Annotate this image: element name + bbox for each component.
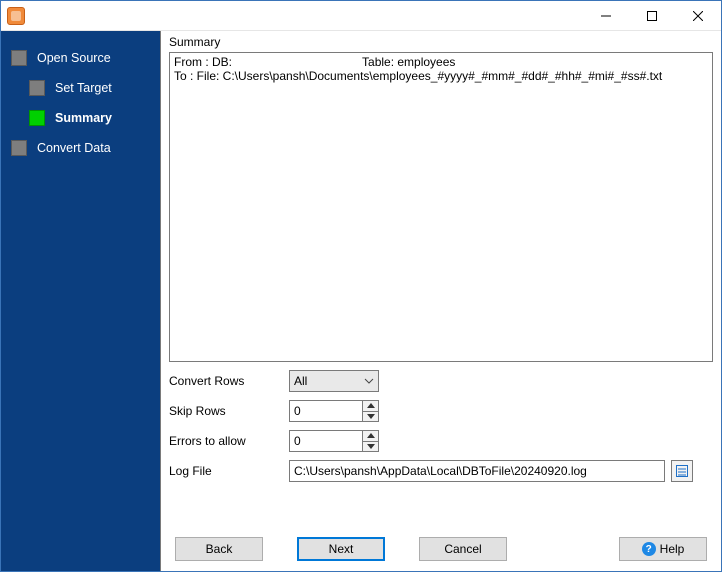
sidebar-item-label: Convert Data	[37, 141, 111, 155]
spin-down-button[interactable]	[363, 412, 378, 422]
next-label: Next	[329, 542, 354, 556]
sidebar-item-convert-data[interactable]: Convert Data	[1, 133, 160, 163]
spacer	[161, 490, 721, 527]
errors-input[interactable]: 0	[289, 430, 379, 452]
summary-from-prefix: From : DB:	[174, 55, 232, 69]
skip-rows-input[interactable]: 0	[289, 400, 379, 422]
help-icon: ?	[642, 542, 656, 556]
maximize-icon	[647, 11, 657, 21]
sidebar-item-label: Summary	[55, 111, 112, 125]
back-button[interactable]: Back	[175, 537, 263, 561]
convert-rows-select[interactable]: All	[289, 370, 379, 392]
row-errors: Errors to allow 0	[169, 430, 713, 452]
summary-line-to: To : File: C:\Users\pansh\Documents\empl…	[174, 69, 708, 83]
wizard-sidebar: Open Source Set Target Summary Convert D…	[1, 31, 161, 571]
sidebar-item-set-target[interactable]: Set Target	[1, 73, 160, 103]
minimize-button[interactable]	[583, 1, 629, 31]
sidebar-item-summary[interactable]: Summary	[1, 103, 160, 133]
chevron-down-icon	[364, 375, 374, 387]
summary-line-from: From : DB: Table: employees	[174, 55, 708, 69]
close-button[interactable]	[675, 1, 721, 31]
spin-up-button[interactable]	[363, 401, 378, 412]
titlebar-left	[1, 7, 25, 25]
sidebar-item-label: Set Target	[55, 81, 112, 95]
spin-down-button[interactable]	[363, 442, 378, 452]
app-icon	[7, 7, 25, 25]
log-file-label: Log File	[169, 464, 289, 478]
options-form: Convert Rows All Skip Rows 0	[161, 362, 721, 490]
help-button[interactable]: ? Help	[619, 537, 707, 561]
wizard-button-bar: Back Next Cancel ? Help	[161, 527, 721, 571]
cancel-label: Cancel	[444, 542, 481, 556]
sidebar-item-open-source[interactable]: Open Source	[1, 43, 160, 73]
triangle-down-icon	[367, 444, 375, 449]
body: Open Source Set Target Summary Convert D…	[1, 31, 721, 571]
close-icon	[693, 11, 703, 21]
browse-log-button[interactable]	[671, 460, 693, 482]
spinner-buttons	[362, 431, 378, 451]
triangle-up-icon	[367, 433, 375, 438]
help-label: Help	[660, 542, 685, 556]
next-button[interactable]: Next	[297, 537, 385, 561]
log-file-value: C:\Users\pansh\AppData\Local\DBToFile\20…	[294, 464, 587, 478]
errors-value: 0	[294, 434, 301, 448]
step-box-icon	[29, 110, 45, 126]
minimize-icon	[601, 11, 611, 21]
row-skip-rows: Skip Rows 0	[169, 400, 713, 422]
skip-rows-value: 0	[294, 404, 301, 418]
browse-icon	[675, 464, 689, 478]
titlebar	[1, 1, 721, 31]
spinner-buttons	[362, 401, 378, 421]
row-convert-rows: Convert Rows All	[169, 370, 713, 392]
row-log-file: Log File C:\Users\pansh\AppData\Local\DB…	[169, 460, 713, 482]
maximize-button[interactable]	[629, 1, 675, 31]
step-box-icon	[29, 80, 45, 96]
skip-rows-label: Skip Rows	[169, 404, 289, 418]
convert-rows-label: Convert Rows	[169, 374, 289, 388]
cancel-button[interactable]: Cancel	[419, 537, 507, 561]
summary-text[interactable]: From : DB: Table: employees To : File: C:…	[169, 52, 713, 362]
step-box-icon	[11, 140, 27, 156]
errors-label: Errors to allow	[169, 434, 289, 448]
spin-up-button[interactable]	[363, 431, 378, 442]
triangle-down-icon	[367, 414, 375, 419]
main-panel: Summary From : DB: Table: employees To : …	[161, 31, 721, 571]
step-box-icon	[11, 50, 27, 66]
sidebar-item-label: Open Source	[37, 51, 111, 65]
convert-rows-value: All	[294, 374, 307, 388]
triangle-up-icon	[367, 403, 375, 408]
summary-from-table: Table: employees	[362, 55, 455, 69]
panel-title: Summary	[161, 31, 721, 52]
window-controls	[583, 1, 721, 31]
back-label: Back	[206, 542, 233, 556]
log-file-input[interactable]: C:\Users\pansh\AppData\Local\DBToFile\20…	[289, 460, 665, 482]
app-window: Open Source Set Target Summary Convert D…	[0, 0, 722, 572]
